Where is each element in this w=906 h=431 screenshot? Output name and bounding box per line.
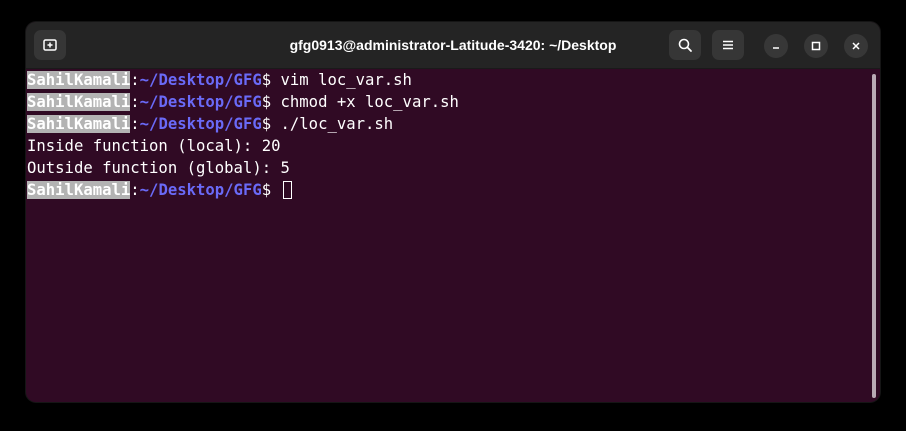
- text-cursor: [282, 181, 292, 199]
- output-line: Outside function (global): 5: [26, 157, 870, 179]
- terminal-line: SahilKamali:~/Desktop/GFG$ chmod +x loc_…: [26, 91, 870, 113]
- minimize-button[interactable]: [764, 34, 788, 58]
- new-tab-icon: [42, 37, 58, 53]
- prompt-symbol: $: [261, 93, 272, 111]
- prompt-path: ~/Desktop/GFG: [139, 71, 262, 89]
- prompt-path: ~/Desktop/GFG: [139, 93, 262, 111]
- title-bar[interactable]: gfg0913@administrator-Latitude-3420: ~/D…: [26, 22, 880, 69]
- prompt-colon: :: [130, 71, 140, 89]
- search-button[interactable]: [669, 30, 701, 60]
- maximize-icon: [810, 40, 822, 52]
- terminal-content[interactable]: SahilKamali:~/Desktop/GFG$ vim loc_var.s…: [26, 69, 870, 402]
- prompt-user: SahilKamali: [27, 93, 131, 111]
- prompt-user: SahilKamali: [27, 115, 131, 133]
- close-icon: [850, 40, 862, 52]
- menu-button[interactable]: [712, 30, 744, 60]
- command-text: ./loc_var.sh: [271, 115, 394, 133]
- output-line: Inside function (local): 20: [26, 135, 870, 157]
- minimize-icon: [770, 40, 782, 52]
- prompt-user: SahilKamali: [27, 181, 131, 199]
- prompt-symbol: $: [261, 71, 272, 89]
- terminal-window: gfg0913@administrator-Latitude-3420: ~/D…: [26, 22, 880, 402]
- output-text: Outside function (global): 5: [27, 159, 290, 177]
- prompt-symbol: $: [261, 115, 272, 133]
- search-icon: [677, 37, 693, 53]
- command-text: vim loc_var.sh: [271, 71, 412, 89]
- new-tab-button[interactable]: [34, 30, 66, 60]
- prompt-colon: :: [130, 93, 140, 111]
- terminal-line: SahilKamali:~/Desktop/GFG$: [26, 179, 870, 201]
- command-text: [271, 181, 280, 199]
- command-text: chmod +x loc_var.sh: [271, 93, 459, 111]
- prompt-symbol: $: [261, 181, 272, 199]
- prompt-colon: :: [130, 115, 140, 133]
- prompt-colon: :: [130, 181, 140, 199]
- terminal-line: SahilKamali:~/Desktop/GFG$ ./loc_var.sh: [26, 113, 870, 135]
- close-button[interactable]: [844, 34, 868, 58]
- maximize-button[interactable]: [804, 34, 828, 58]
- terminal-line: SahilKamali:~/Desktop/GFG$ vim loc_var.s…: [26, 69, 870, 91]
- prompt-path: ~/Desktop/GFG: [139, 181, 262, 199]
- prompt-user: SahilKamali: [27, 71, 131, 89]
- output-text: Inside function (local): 20: [27, 137, 281, 155]
- window-title: gfg0913@administrator-Latitude-3420: ~/D…: [289, 37, 617, 53]
- prompt-path: ~/Desktop/GFG: [139, 115, 262, 133]
- scrollbar[interactable]: [872, 74, 876, 398]
- hamburger-menu-icon: [720, 37, 736, 53]
